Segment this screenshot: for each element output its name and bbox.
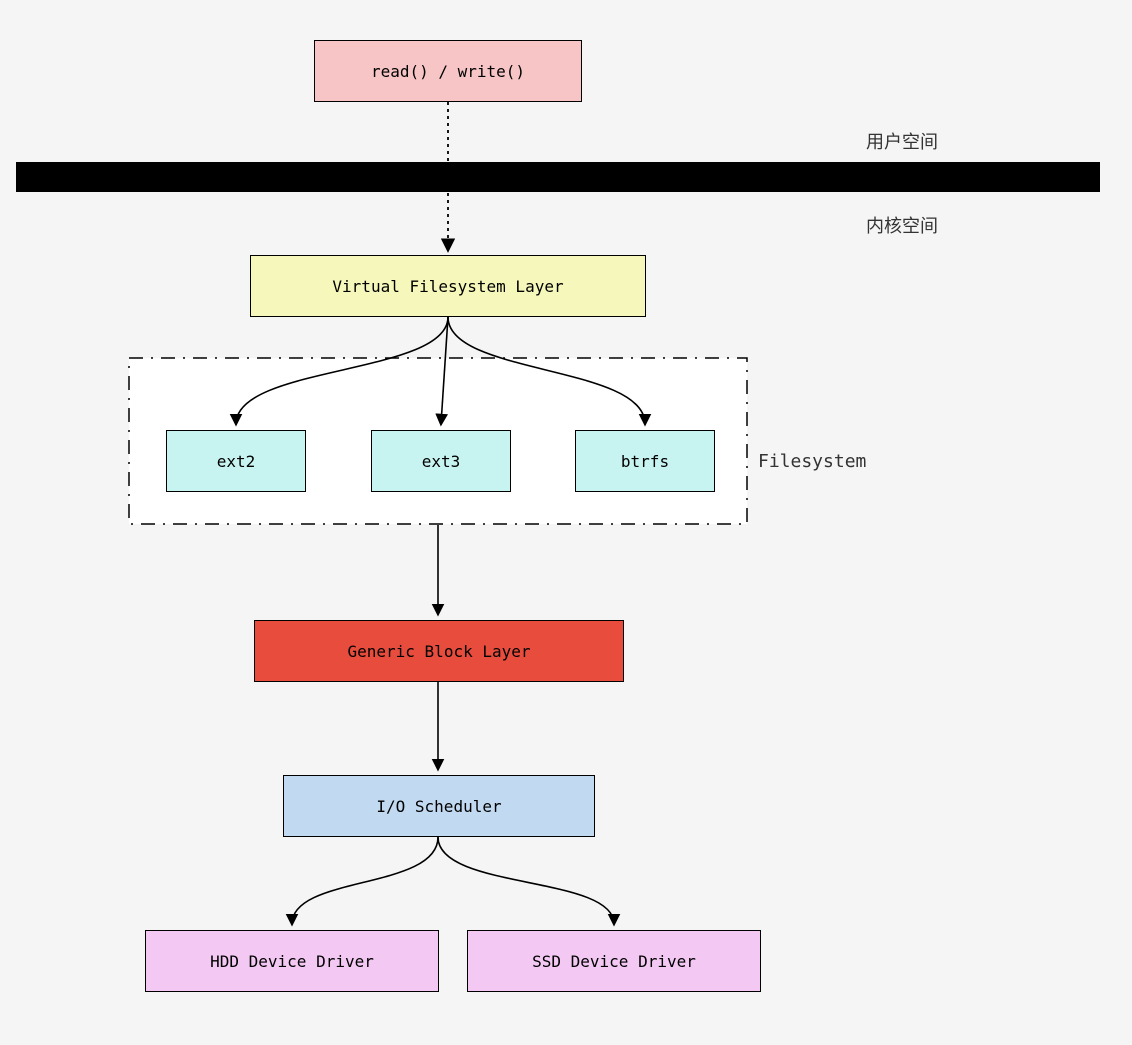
arrows-layer xyxy=(0,0,1132,1045)
diagram-canvas: 用户空间 内核空间 Filesystem read() / write() Vi… xyxy=(0,0,1132,1045)
arrow-iosched-to-hdd xyxy=(292,837,438,924)
arrow-vfs-to-btrfs xyxy=(448,317,645,424)
arrow-vfs-to-ext2 xyxy=(236,317,448,424)
arrow-iosched-to-ssd xyxy=(438,837,614,924)
